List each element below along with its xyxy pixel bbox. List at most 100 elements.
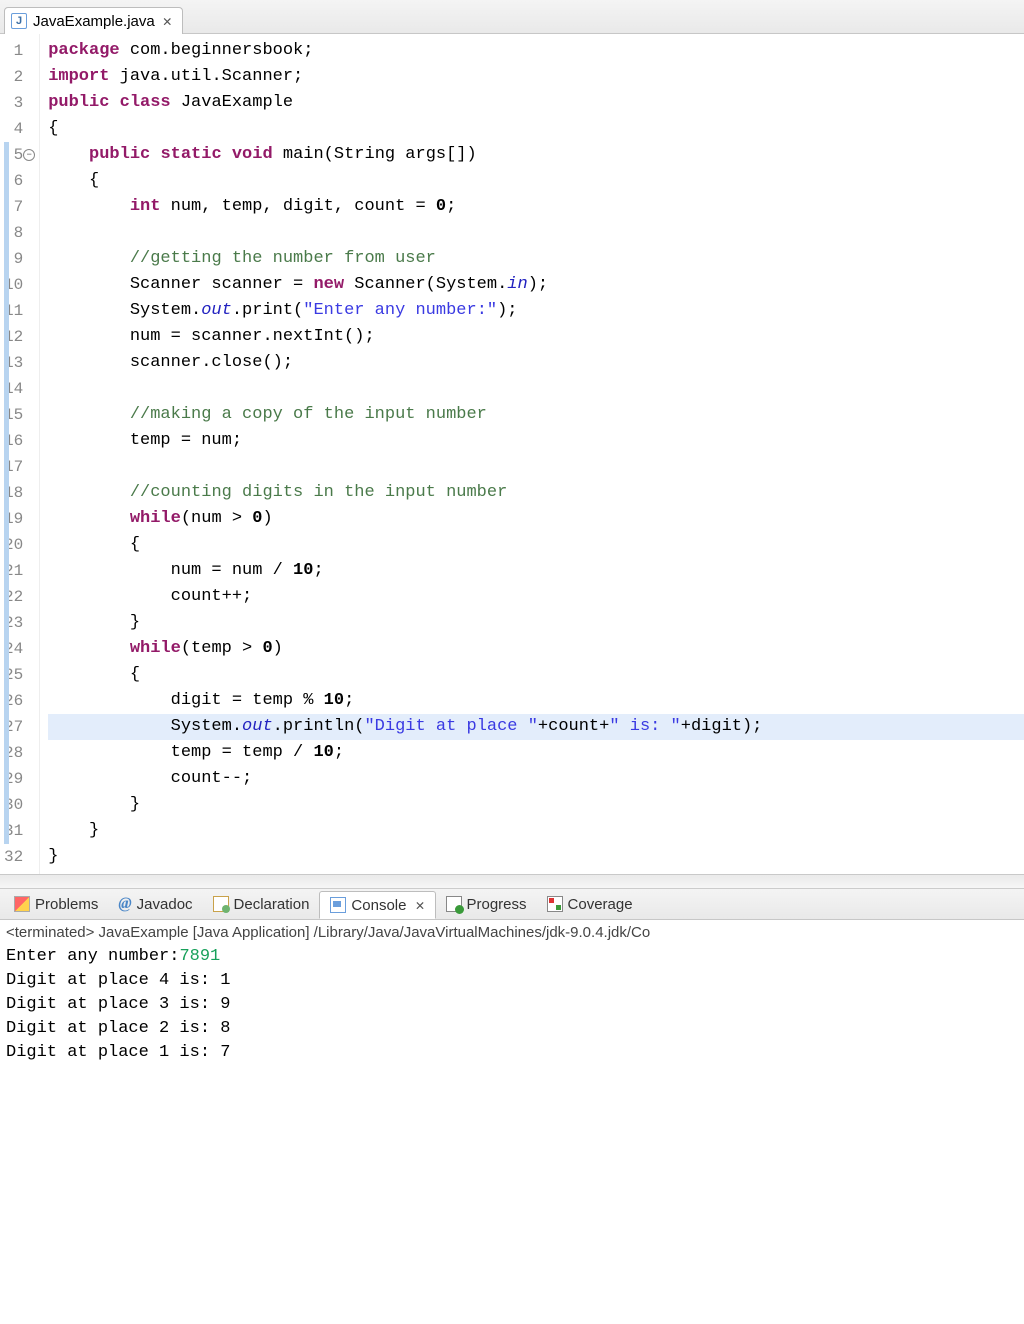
editor-tab[interactable]: J JavaExample.java ✕: [4, 7, 183, 34]
code-line[interactable]: scanner.close();: [48, 350, 1024, 376]
line-number: 13: [4, 350, 33, 376]
tab-label: Problems: [35, 896, 98, 913]
line-number: 28: [4, 740, 33, 766]
tab-label: Progress: [467, 896, 527, 913]
console-user-input: 7891: [179, 947, 220, 966]
close-icon[interactable]: ✕: [415, 896, 424, 914]
code-line[interactable]: //counting digits in the input number: [48, 480, 1024, 506]
code-line[interactable]: count--;: [48, 766, 1024, 792]
close-icon[interactable]: ✕: [161, 12, 174, 30]
line-number: 1: [4, 38, 33, 64]
line-number: 25: [4, 662, 33, 688]
console-status: <terminated> JavaExample [Java Applicati…: [0, 920, 1024, 943]
code-line[interactable]: while(temp > 0): [48, 636, 1024, 662]
code-line[interactable]: }: [48, 844, 1024, 870]
tab-label: Declaration: [234, 896, 310, 913]
editor-tab-filename: JavaExample.java: [33, 13, 155, 30]
line-number: 9: [4, 246, 33, 272]
code-line[interactable]: [48, 376, 1024, 402]
java-file-icon: J: [11, 13, 27, 29]
line-number: 7: [4, 194, 33, 220]
coverage-icon: [547, 896, 563, 912]
tab-label: Coverage: [568, 896, 633, 913]
tab-console[interactable]: Console ✕: [319, 891, 435, 919]
code-line[interactable]: [48, 454, 1024, 480]
editor-tabbar: J JavaExample.java ✕: [0, 0, 1024, 34]
code-line[interactable]: temp = num;: [48, 428, 1024, 454]
line-number: 5−: [4, 142, 33, 168]
panel-separator[interactable]: [0, 874, 1024, 888]
console-line: Digit at place 3 is: 9: [6, 995, 230, 1014]
code-line[interactable]: package com.beginnersbook;: [48, 38, 1024, 64]
tab-progress[interactable]: Progress: [436, 892, 537, 917]
code-line[interactable]: {: [48, 532, 1024, 558]
line-number: 22: [4, 584, 33, 610]
console-prompt: Enter any number:: [6, 947, 179, 966]
tab-label: Console: [351, 897, 406, 914]
code-line[interactable]: Scanner scanner = new Scanner(System.in)…: [48, 272, 1024, 298]
code-line[interactable]: import java.util.Scanner;: [48, 64, 1024, 90]
line-number: 18: [4, 480, 33, 506]
line-number: 10: [4, 272, 33, 298]
code-line[interactable]: System.out.print("Enter any number:");: [48, 298, 1024, 324]
code-area[interactable]: package com.beginnersbook;import java.ut…: [40, 34, 1024, 874]
code-line[interactable]: while(num > 0): [48, 506, 1024, 532]
line-number: 3: [4, 90, 33, 116]
code-line[interactable]: count++;: [48, 584, 1024, 610]
code-editor[interactable]: 12345−6789101112131415161718192021222324…: [0, 34, 1024, 874]
line-number: 15: [4, 402, 33, 428]
tab-problems[interactable]: Problems: [4, 892, 108, 917]
line-number: 32: [4, 844, 33, 870]
console-line: Digit at place 2 is: 8: [6, 1019, 230, 1038]
line-number: 29: [4, 766, 33, 792]
progress-icon: [446, 896, 462, 912]
tab-label: Javadoc: [137, 896, 193, 913]
console-line: Digit at place 1 is: 7: [6, 1043, 230, 1062]
code-line[interactable]: }: [48, 792, 1024, 818]
code-line[interactable]: public class JavaExample: [48, 90, 1024, 116]
code-line[interactable]: num = num / 10;: [48, 558, 1024, 584]
line-number: 26: [4, 688, 33, 714]
code-line[interactable]: public static void main(String args[]): [48, 142, 1024, 168]
line-number: 19: [4, 506, 33, 532]
code-line[interactable]: System.out.println("Digit at place "+cou…: [48, 714, 1024, 740]
line-number: 16: [4, 428, 33, 454]
line-number: 12: [4, 324, 33, 350]
line-number: 6: [4, 168, 33, 194]
code-line[interactable]: num = scanner.nextInt();: [48, 324, 1024, 350]
tab-coverage[interactable]: Coverage: [537, 892, 643, 917]
line-number: 27: [4, 714, 33, 740]
line-number: 23: [4, 610, 33, 636]
tab-javadoc[interactable]: @ Javadoc: [108, 891, 202, 917]
code-line[interactable]: }: [48, 610, 1024, 636]
code-line[interactable]: //making a copy of the input number: [48, 402, 1024, 428]
line-number: 11: [4, 298, 33, 324]
line-number: 20: [4, 532, 33, 558]
line-number: 30: [4, 792, 33, 818]
line-number: 8: [4, 220, 33, 246]
line-number-gutter: 12345−6789101112131415161718192021222324…: [0, 34, 40, 874]
code-line[interactable]: [48, 220, 1024, 246]
bottom-panel-tabs: Problems @ Javadoc Declaration Console ✕ Progr…: [0, 888, 1024, 920]
console-output[interactable]: Enter any number:7891 Digit at place 4 i…: [0, 943, 1024, 1073]
code-line[interactable]: int num, temp, digit, count = 0;: [48, 194, 1024, 220]
code-line[interactable]: {: [48, 116, 1024, 142]
problems-icon: [14, 896, 30, 912]
code-line[interactable]: //getting the number from user: [48, 246, 1024, 272]
code-line[interactable]: digit = temp % 10;: [48, 688, 1024, 714]
code-line[interactable]: {: [48, 662, 1024, 688]
javadoc-icon: @: [118, 895, 131, 913]
code-line[interactable]: }: [48, 818, 1024, 844]
tab-declaration[interactable]: Declaration: [203, 892, 320, 917]
line-number: 31: [4, 818, 33, 844]
line-number: 4: [4, 116, 33, 142]
line-number: 2: [4, 64, 33, 90]
console-icon: [330, 897, 346, 913]
fold-toggle-icon[interactable]: −: [23, 149, 35, 161]
declaration-icon: [213, 896, 229, 912]
line-number: 24: [4, 636, 33, 662]
line-number: 17: [4, 454, 33, 480]
code-line[interactable]: {: [48, 168, 1024, 194]
line-number: 21: [4, 558, 33, 584]
code-line[interactable]: temp = temp / 10;: [48, 740, 1024, 766]
